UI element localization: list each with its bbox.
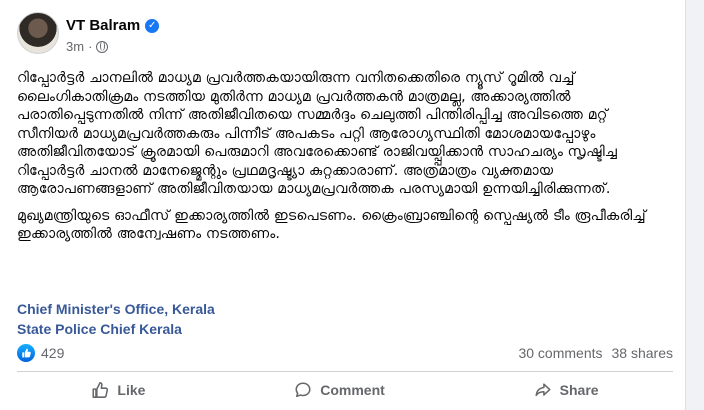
thumbs-up-icon xyxy=(92,382,109,398)
post-stats: 429 30 comments 38 shares xyxy=(17,342,673,364)
verified-badge-icon: ✓ xyxy=(145,18,160,33)
like-button[interactable]: Like xyxy=(73,375,163,405)
post-meta: 3m · xyxy=(66,39,109,54)
comment-label: Comment xyxy=(320,382,385,398)
post-tags: Chief Minister's Office, Kerala State Po… xyxy=(17,299,215,339)
reaction-count[interactable]: 429 xyxy=(41,345,64,361)
author-name[interactable]: VT Balram xyxy=(66,17,140,34)
tag-cm-office-link[interactable]: Chief Minister's Office, Kerala xyxy=(17,299,215,319)
meta-separator: · xyxy=(88,39,93,54)
engagement-counts: 30 comments 38 shares xyxy=(518,345,673,361)
share-button[interactable]: Share xyxy=(516,375,617,405)
post-card: VT Balram ✓ 3m · റിപ്പോർട്ടർ ചാനലിൽ മാധ്… xyxy=(0,0,686,410)
share-arrow-icon xyxy=(535,383,551,397)
tag-police-chief-link[interactable]: State Police Chief Kerala xyxy=(17,319,215,339)
comment-bubble-icon xyxy=(295,382,311,398)
author-row: VT Balram ✓ xyxy=(66,17,160,34)
comment-button[interactable]: Comment xyxy=(276,375,403,405)
share-label: Share xyxy=(559,382,599,398)
post-body: റിപ്പോർട്ടർ ചാനലിൽ മാധ്യമ പ്രവർത്തകയായിര… xyxy=(17,69,672,252)
public-globe-icon[interactable] xyxy=(96,40,109,53)
post-paragraph-1: റിപ്പോർട്ടർ ചാനലിൽ മാധ്യമ പ്രവർത്തകയായിര… xyxy=(17,70,618,197)
action-bar: Like Comment Share xyxy=(17,372,673,408)
post-timestamp[interactable]: 3m xyxy=(66,39,84,54)
like-reaction-icon[interactable] xyxy=(17,344,35,362)
like-label: Like xyxy=(117,382,146,398)
share-count[interactable]: 38 shares xyxy=(612,345,673,361)
post-paragraph-2: മുഖ്യമന്ത്രിയുടെ ഓഫീസ് ഇക്കാര്യത്തിൽ ഇടപ… xyxy=(17,207,646,243)
author-avatar[interactable] xyxy=(17,12,59,54)
comment-count[interactable]: 30 comments xyxy=(518,345,602,361)
